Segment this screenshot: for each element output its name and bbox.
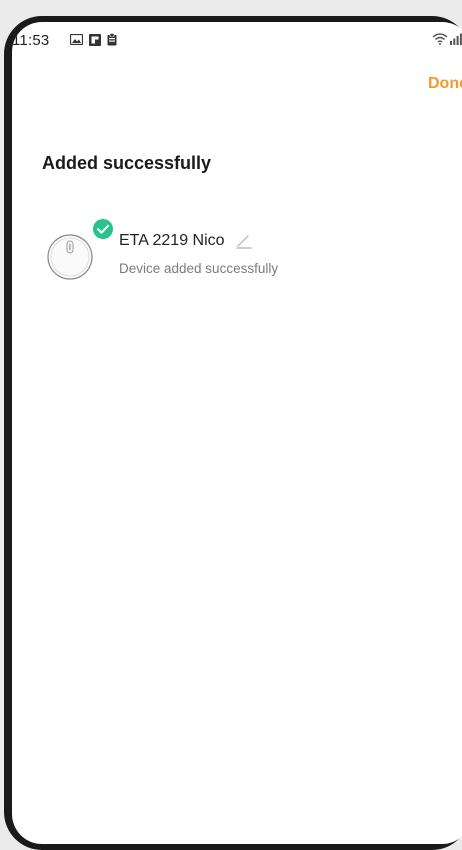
signal-icon xyxy=(450,33,462,45)
status-bar: 11:53 xyxy=(12,22,462,52)
flipboard-icon xyxy=(89,33,101,46)
device-name-row: ETA 2219 Nico xyxy=(119,232,253,250)
phone-frame: 11:53 Don Added successfully ETA 2219 Ni… xyxy=(4,16,462,850)
device-list-item[interactable]: ETA 2219 Nico Device added successfully xyxy=(42,217,442,287)
device-thumbnail xyxy=(44,219,113,283)
device-name: ETA 2219 Nico xyxy=(119,232,225,249)
page-title: Added successfully xyxy=(42,153,212,173)
done-button[interactable]: Done xyxy=(428,75,462,93)
image-icon xyxy=(70,34,83,45)
wifi-icon xyxy=(432,32,448,45)
screen: 11:53 Don Added successfully ETA 2219 Ni… xyxy=(12,22,462,844)
status-right-icons xyxy=(432,32,462,45)
device-status: Device added successfully xyxy=(119,261,279,276)
edit-icon[interactable] xyxy=(235,233,253,249)
notification-icons xyxy=(70,33,117,46)
clipboard-icon xyxy=(107,33,117,46)
check-icon xyxy=(93,219,113,239)
status-time: 11:53 xyxy=(12,32,50,49)
